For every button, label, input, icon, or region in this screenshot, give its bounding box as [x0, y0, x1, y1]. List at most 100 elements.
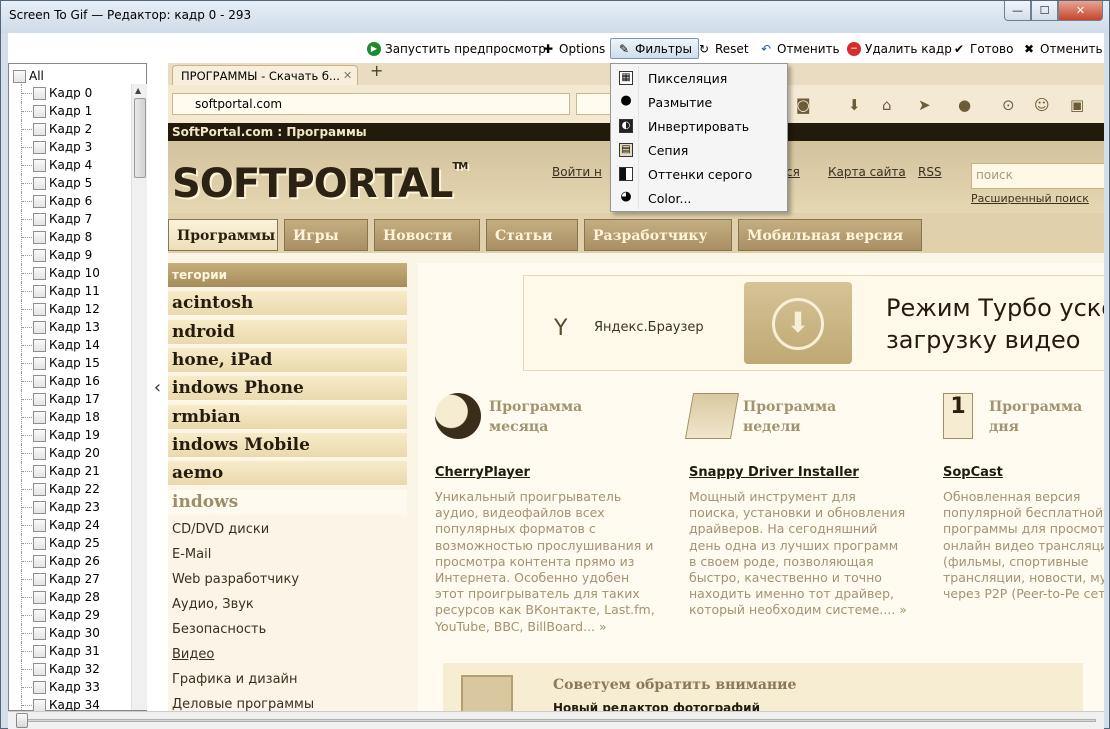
scrollbar-thumb[interactable]: [134, 98, 146, 178]
frame-checkbox[interactable]: [33, 572, 46, 586]
frame-checkbox[interactable]: [33, 86, 46, 100]
frame-checkbox[interactable]: [33, 464, 46, 478]
frame-checkbox[interactable]: [33, 446, 46, 460]
slider-track[interactable]: [16, 719, 1096, 722]
options-button[interactable]: ✚ Options: [541, 38, 605, 59]
frame-row[interactable]: Кадр 29: [9, 606, 131, 624]
frame-checkbox[interactable]: [33, 284, 46, 298]
frame-checkbox[interactable]: [33, 428, 46, 442]
delete-frame-button[interactable]: − Удалить кадр: [847, 38, 952, 59]
frame-checkbox[interactable]: [33, 320, 46, 334]
frame-slider[interactable]: [8, 711, 1104, 729]
frame-checkbox[interactable]: [33, 374, 46, 388]
frame-row[interactable]: Кадр 21: [9, 462, 131, 480]
frame-row[interactable]: Кадр 25: [9, 534, 131, 552]
frame-checkbox[interactable]: [33, 410, 46, 424]
frame-row[interactable]: Кадр 1: [9, 102, 131, 120]
menu-item-pixelate[interactable]: ▦ Пикселяция: [613, 67, 785, 89]
frame-checkbox[interactable]: [33, 680, 46, 694]
frame-row[interactable]: Кадр 2: [9, 120, 131, 138]
frame-row[interactable]: Кадр 33: [9, 678, 131, 696]
preview-button[interactable]: ▶ Запустить предпросмотр: [367, 38, 546, 59]
frame-row[interactable]: Кадр 28: [9, 588, 131, 606]
frame-checkbox[interactable]: [33, 392, 46, 406]
frame-row[interactable]: Кадр 32: [9, 660, 131, 678]
frame-checkbox[interactable]: [33, 302, 46, 316]
menu-item-sepia[interactable]: ▤ Сепия: [613, 139, 785, 161]
frame-checkbox[interactable]: [33, 104, 46, 118]
frame-row[interactable]: Кадр 5: [9, 174, 131, 192]
frame-checkbox[interactable]: [33, 536, 46, 550]
frame-checkbox[interactable]: [33, 644, 46, 658]
select-all-checkbox[interactable]: [13, 69, 26, 83]
frame-checkbox[interactable]: [33, 266, 46, 280]
frame-checkbox[interactable]: [33, 554, 46, 568]
menu-item-grayscale[interactable]: Оттенки серого: [613, 163, 785, 185]
frame-row[interactable]: Кадр 17: [9, 390, 131, 408]
title-bar[interactable]: Screen To Gif — Редактор: кадр 0 - 293 —…: [1, 1, 1109, 33]
frame-row[interactable]: Кадр 10: [9, 264, 131, 282]
frame-row[interactable]: Кадр 30: [9, 624, 131, 642]
frame-checkbox[interactable]: [33, 482, 46, 496]
frame-checkbox[interactable]: [33, 662, 46, 676]
frame-row[interactable]: Кадр 24: [9, 516, 131, 534]
minimize-button[interactable]: —: [1004, 1, 1031, 21]
slider-thumb[interactable]: [16, 713, 28, 728]
frame-row[interactable]: Кадр 20: [9, 444, 131, 462]
menu-item-invert[interactable]: ◐ Инвертировать: [613, 115, 785, 137]
frame-row[interactable]: Кадр 13: [9, 318, 131, 336]
tree-line: [21, 84, 32, 102]
frame-row[interactable]: Кадр 4: [9, 156, 131, 174]
frame-row[interactable]: Кадр 0: [9, 84, 131, 102]
menu-item-color[interactable]: ◕ Color...: [613, 187, 785, 209]
frame-checkbox[interactable]: [33, 122, 46, 136]
frame-row[interactable]: Кадр 27: [9, 570, 131, 588]
reset-button[interactable]: ↻ Reset: [697, 38, 749, 59]
frame-checkbox[interactable]: [33, 176, 46, 190]
frame-checkbox[interactable]: [33, 518, 46, 532]
frame-checkbox[interactable]: [33, 194, 46, 208]
frame-list-scrollbar[interactable]: ▲: [131, 84, 147, 710]
frame-row[interactable]: Кадр 16: [9, 372, 131, 390]
frame-checkbox[interactable]: [33, 590, 46, 604]
select-all-row[interactable]: All: [13, 68, 44, 84]
sepia-icon: ▤: [619, 143, 633, 157]
frame-checkbox[interactable]: [33, 212, 46, 226]
filters-button[interactable]: ✎ Фильтры: [610, 38, 699, 59]
maximize-button[interactable]: ☐: [1031, 1, 1058, 21]
frame-label: Кадр 2: [49, 122, 93, 136]
frame-checkbox[interactable]: [33, 698, 46, 712]
frame-row[interactable]: Кадр 31: [9, 642, 131, 660]
frame-row[interactable]: Кадр 19: [9, 426, 131, 444]
frame-checkbox[interactable]: [33, 158, 46, 172]
frame-row[interactable]: Кадр 3: [9, 138, 131, 156]
close-button[interactable]: ✕: [1058, 1, 1103, 21]
collapse-panel-button[interactable]: ‹: [147, 63, 168, 711]
frame-row[interactable]: Кадр 7: [9, 210, 131, 228]
done-button[interactable]: ✔ Готово: [952, 38, 1013, 59]
frame-row[interactable]: Кадр 12: [9, 300, 131, 318]
frame-label: Кадр 23: [49, 500, 100, 514]
cancel-button[interactable]: ✖ Отменить: [1022, 38, 1103, 59]
frame-checkbox[interactable]: [33, 608, 46, 622]
undo-button[interactable]: ↶ Отменить: [759, 38, 840, 59]
frame-row[interactable]: Кадр 26: [9, 552, 131, 570]
frame-row[interactable]: Кадр 8: [9, 228, 131, 246]
scroll-up-icon[interactable]: ▲: [135, 86, 141, 95]
frame-row[interactable]: Кадр 11: [9, 282, 131, 300]
frame-checkbox[interactable]: [33, 248, 46, 262]
frame-row[interactable]: Кадр 15: [9, 354, 131, 372]
frame-checkbox[interactable]: [33, 356, 46, 370]
frame-checkbox[interactable]: [33, 338, 46, 352]
frame-checkbox[interactable]: [33, 626, 46, 640]
frame-row[interactable]: Кадр 14: [9, 336, 131, 354]
frame-row[interactable]: Кадр 18: [9, 408, 131, 426]
frame-checkbox[interactable]: [33, 230, 46, 244]
frame-row[interactable]: Кадр 23: [9, 498, 131, 516]
frame-row[interactable]: Кадр 9: [9, 246, 131, 264]
frame-checkbox[interactable]: [33, 500, 46, 514]
frame-checkbox[interactable]: [33, 140, 46, 154]
frame-row[interactable]: Кадр 6: [9, 192, 131, 210]
frame-row[interactable]: Кадр 22: [9, 480, 131, 498]
menu-item-blur[interactable]: ● Размытие: [613, 91, 785, 113]
